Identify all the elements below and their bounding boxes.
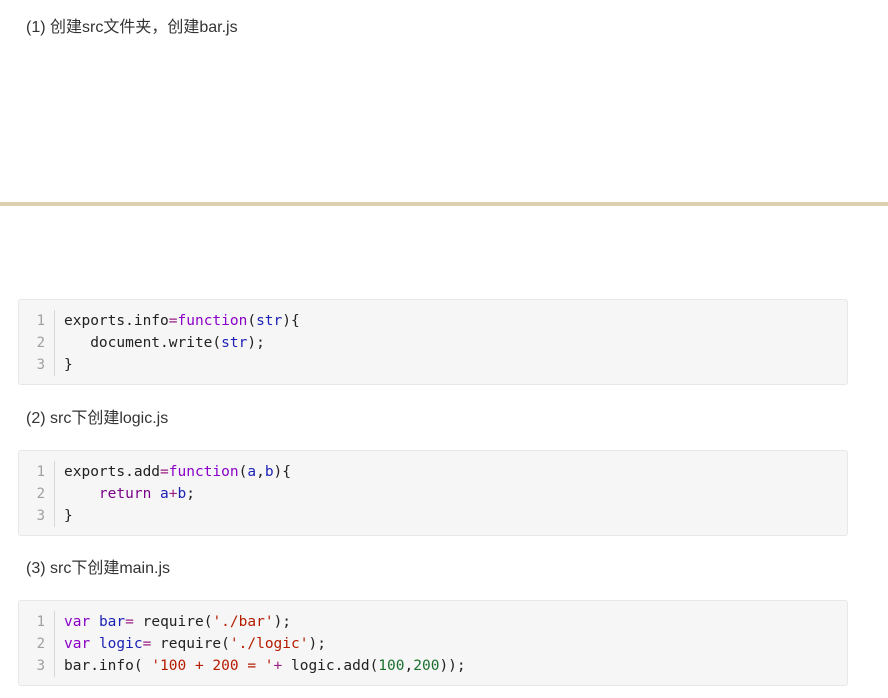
line-number: 3	[36, 658, 45, 674]
code-token: }	[64, 508, 73, 524]
code-token: function	[168, 464, 239, 480]
code-token: bar	[98, 614, 126, 630]
code-token: );	[308, 636, 326, 652]
code-token: logic	[98, 636, 143, 652]
line-number: 3	[36, 508, 45, 524]
code-token: }	[64, 357, 73, 373]
code-line: var bar= require('./bar');	[64, 611, 466, 633]
line-number-gutter: 1 2 3	[19, 461, 55, 527]
code-line: return a+b;	[64, 483, 291, 505]
code-token: '100 + 200 = '	[151, 658, 274, 674]
code-token: ;	[186, 486, 195, 502]
line-number: 2	[36, 486, 45, 502]
code-token: ){	[273, 464, 292, 480]
code-line: }	[64, 505, 291, 527]
line-number: 1	[36, 313, 45, 329]
code-token: a	[160, 486, 169, 502]
code-token: +	[168, 486, 178, 502]
code-token: ,	[256, 464, 265, 480]
code-token: exports.add	[64, 464, 161, 480]
code-token: =	[168, 313, 178, 329]
code-line: bar.info( '100 + 200 = '+ logic.add(100,…	[64, 655, 466, 677]
code-token: (	[247, 313, 257, 329]
step-heading-3: (3) src下创建main.js	[26, 560, 171, 577]
code-token: ,	[404, 658, 414, 674]
code-block-main-js: 1 2 3 var bar= require('./bar'); var log…	[18, 600, 848, 686]
code-token: bar.info(	[64, 658, 152, 674]
code-token: var	[64, 636, 91, 652]
section-divider	[0, 202, 888, 206]
code-lines: var bar= require('./bar'); var logic= re…	[64, 611, 466, 677]
code-token: =	[125, 614, 134, 630]
code-token: function	[177, 313, 248, 329]
code-token: './logic'	[229, 636, 309, 652]
code-token: =	[160, 464, 169, 480]
line-number: 2	[36, 335, 45, 351]
code-token: );	[273, 614, 292, 630]
line-number: 1	[36, 464, 45, 480]
code-token: document.write(	[64, 335, 222, 351]
code-token: +	[273, 658, 283, 674]
code-token: require(	[133, 614, 213, 630]
code-token: ){	[282, 313, 300, 329]
code-token: str	[256, 313, 283, 329]
code-token: a	[247, 464, 257, 480]
code-token: str	[221, 335, 248, 351]
code-token: 100	[378, 658, 405, 674]
code-block-logic-js: 1 2 3 exports.add=function(a,b){ return …	[18, 450, 848, 536]
code-block-bar-js: 1 2 3 exports.info=function(str){ docume…	[18, 299, 848, 385]
step-heading-1: (1) 创建src文件夹，创建bar.js	[26, 19, 238, 36]
line-number-gutter: 1 2 3	[19, 310, 55, 376]
code-lines: exports.info=function(str){ document.wri…	[64, 310, 300, 376]
code-token: './bar'	[212, 614, 274, 630]
line-number: 1	[36, 614, 45, 630]
code-line: exports.add=function(a,b){	[64, 461, 291, 483]
code-token: b	[264, 464, 274, 480]
code-token: var	[64, 614, 91, 630]
line-number: 3	[36, 357, 45, 373]
code-lines: exports.add=function(a,b){ return a+b; }	[64, 461, 291, 527]
code-token: logic.add(	[282, 658, 379, 674]
code-token: exports.info	[64, 313, 169, 329]
code-token: require(	[151, 636, 230, 652]
code-line: document.write(str);	[64, 332, 300, 354]
code-line: var logic= require('./logic');	[64, 633, 466, 655]
code-line: exports.info=function(str){	[64, 310, 300, 332]
code-line: }	[64, 354, 300, 376]
line-number-gutter: 1 2 3	[19, 611, 55, 677]
code-token: return	[98, 486, 152, 502]
code-token: ));	[439, 658, 466, 674]
code-token: b	[177, 486, 187, 502]
line-number: 2	[36, 636, 45, 652]
step-heading-2: (2) src下创建logic.js	[26, 410, 169, 427]
code-token: 200	[413, 658, 440, 674]
code-token: );	[247, 335, 265, 351]
